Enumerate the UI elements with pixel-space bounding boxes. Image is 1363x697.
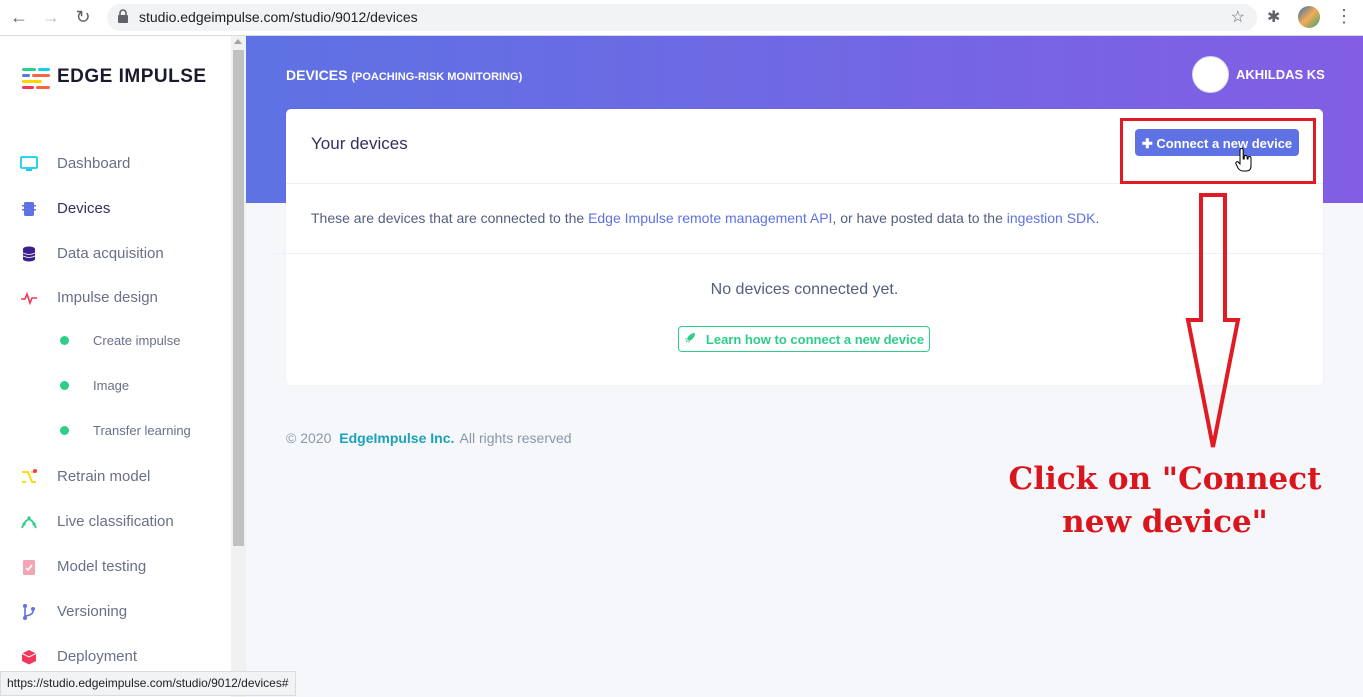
- sidebar-item-image[interactable]: Image: [0, 373, 231, 397]
- footer: © 2020 EdgeImpulse Inc. All rights reser…: [286, 430, 572, 446]
- description-text: These are devices that are connected to …: [311, 210, 589, 226]
- back-icon[interactable]: ←: [8, 6, 30, 28]
- sidebar-item-versioning[interactable]: Versioning: [0, 600, 231, 624]
- sidebar-item-model-testing[interactable]: Model testing: [0, 555, 231, 579]
- extensions-icon[interactable]: ✱: [1267, 7, 1280, 27]
- sidebar-item-deployment[interactable]: Deployment: [0, 645, 231, 669]
- profile-avatar[interactable]: [1298, 6, 1320, 28]
- divider: [272, 253, 1323, 254]
- graph-icon: [21, 516, 37, 529]
- sidebar-item-devices[interactable]: Devices: [0, 197, 231, 221]
- dot-icon: [60, 381, 69, 390]
- clipboard-check-icon: [23, 560, 35, 575]
- lock-icon: [118, 9, 128, 23]
- empty-state-message: No devices connected yet.: [710, 281, 899, 298]
- sidebar-item-label: Image: [93, 378, 130, 393]
- branch-icon: [23, 604, 35, 620]
- sidebar-item-label: Live classification: [57, 513, 174, 530]
- sidebar-item-label: Create impulse: [93, 333, 181, 348]
- devices-description: These are devices that are connected to …: [311, 210, 1099, 226]
- description-text: , or have posted data to the: [832, 210, 1007, 226]
- sidebar-item-retrain-model[interactable]: Retrain model: [0, 465, 231, 489]
- sidebar-scrollbar[interactable]: [231, 36, 246, 697]
- forward-icon[interactable]: →: [40, 6, 62, 28]
- menu-icon[interactable]: ⋮: [1335, 6, 1353, 27]
- box-icon: [21, 650, 37, 665]
- sidebar-item-live-classification[interactable]: Live classification: [0, 510, 231, 534]
- star-icon[interactable]: ☆: [1231, 7, 1245, 27]
- browser-toolbar: ← → ↻ studio.edgeimpulse.com/studio/9012…: [0, 0, 1363, 36]
- card-title: Your devices: [311, 134, 408, 153]
- remote-management-link[interactable]: Edge Impulse remote management API: [588, 210, 832, 226]
- sidebar-item-label: Versioning: [57, 603, 128, 620]
- dot-icon: [60, 336, 69, 345]
- learn-connect-button[interactable]: Learn how to connect a new device: [678, 326, 930, 352]
- scroll-up-icon[interactable]: [234, 39, 242, 44]
- url-text: studio.edgeimpulse.com/studio/9012/devic…: [139, 9, 418, 25]
- rights-text: All rights reserved: [459, 430, 572, 446]
- instruction-line: Click on "Connect: [1008, 461, 1322, 497]
- sidebar-item-impulse-design[interactable]: Impulse design: [0, 286, 231, 310]
- page-title-text: DEVICES: [286, 67, 348, 83]
- sidebar-item-create-impulse[interactable]: Create impulse: [0, 328, 231, 352]
- monitor-icon: [20, 156, 38, 171]
- sidebar-item-label: Transfer learning: [93, 423, 191, 438]
- brand-name: EDGE IMPULSE: [57, 66, 207, 87]
- pulse-icon: [21, 291, 37, 306]
- address-bar[interactable]: studio.edgeimpulse.com/studio/9012/devic…: [107, 4, 1257, 31]
- user-name: AKHILDAS KS: [1236, 67, 1325, 82]
- sidebar-item-transfer-learning[interactable]: Transfer learning: [0, 418, 231, 442]
- scroll-thumb[interactable]: [233, 50, 244, 546]
- avatar[interactable]: [1192, 56, 1229, 93]
- company-link[interactable]: EdgeImpulse Inc.: [339, 430, 454, 446]
- copyright-text: © 2020: [286, 430, 332, 446]
- reload-icon[interactable]: ↻: [72, 6, 94, 28]
- sidebar-item-label: Devices: [57, 200, 111, 217]
- sidebar-item-label: Dashboard: [57, 155, 131, 172]
- sidebar-item-label: Model testing: [57, 558, 147, 575]
- project-name: (POACHING-RISK MONITORING): [351, 71, 523, 83]
- shuffle-icon: [22, 469, 37, 483]
- edge-impulse-logo-icon: [22, 68, 50, 89]
- sidebar-item-label: Impulse design: [57, 289, 158, 306]
- rocket-icon: [684, 333, 695, 343]
- sidebar-item-data-acquisition[interactable]: Data acquisition: [0, 242, 231, 266]
- description-text: .: [1095, 210, 1100, 226]
- annotation-arrow-icon: [1185, 193, 1241, 448]
- status-bar-url: https://studio.edgeimpulse.com/studio/90…: [0, 671, 296, 696]
- instruction-line: new device": [1062, 504, 1268, 540]
- hand-cursor-icon: [1235, 148, 1252, 172]
- learn-connect-label: Learn how to connect a new device: [705, 332, 925, 347]
- sidebar: EDGE IMPULSE Dashboard Devices Data acqu…: [0, 36, 231, 697]
- dot-icon: [60, 426, 69, 435]
- sidebar-item-dashboard[interactable]: Dashboard: [0, 152, 231, 176]
- ingestion-sdk-link[interactable]: ingestion SDK: [1007, 210, 1096, 226]
- annotation-instruction: Click on "Connect new device": [990, 458, 1340, 544]
- database-icon: [22, 246, 36, 262]
- page-title: DEVICES (POACHING-RISK MONITORING): [286, 67, 522, 83]
- sidebar-item-label: Deployment: [57, 648, 138, 665]
- chip-icon: [22, 202, 36, 216]
- sidebar-item-label: Retrain model: [57, 468, 151, 485]
- sidebar-item-label: Data acquisition: [57, 245, 164, 262]
- annotation-highlight-box: [1120, 118, 1316, 184]
